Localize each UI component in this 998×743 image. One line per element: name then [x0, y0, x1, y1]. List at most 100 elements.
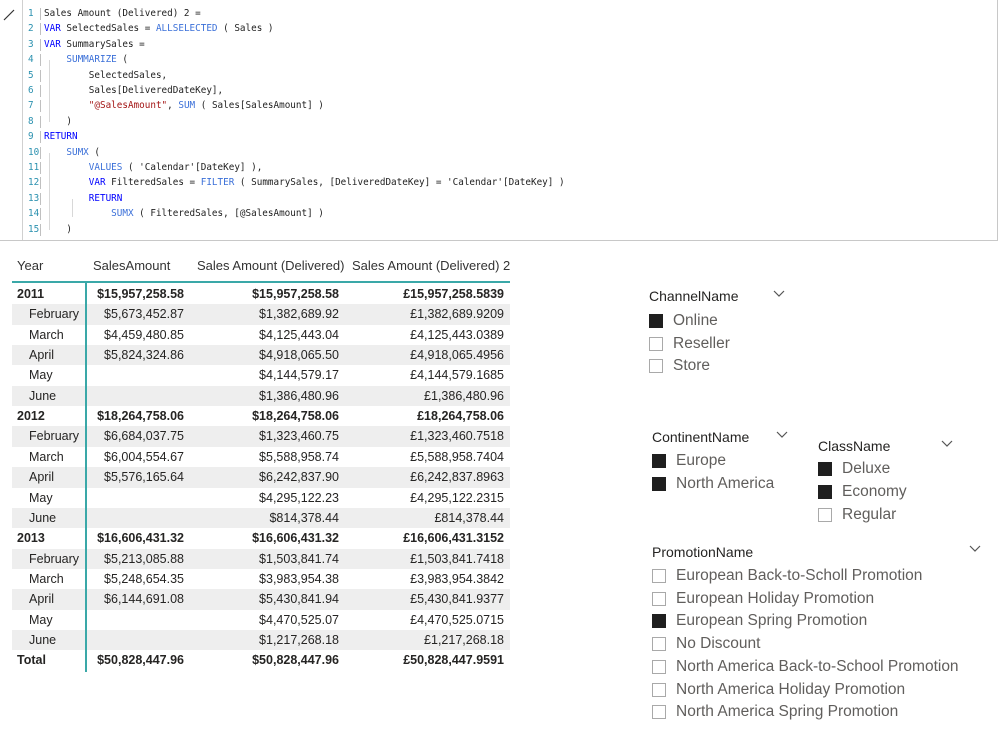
code-text: Sales Amount (Delivered) 2 = — [44, 6, 201, 21]
chevron-down-icon[interactable] — [773, 290, 785, 298]
checkbox-unchecked-icon[interactable] — [652, 705, 666, 720]
column-header-sales-amount-delivered[interactable]: Sales Amount (Delivered) — [197, 258, 344, 273]
code-line[interactable]: 10 SUMX ( — [22, 145, 992, 160]
code-line[interactable]: 9 RETURN — [22, 129, 992, 144]
year-row[interactable]: 2012 $18,264,758.06 $18,264,758.06 £18,264,… — [12, 406, 510, 426]
code-function: FILTER — [200, 177, 235, 189]
year-row[interactable]: 2013 $16,606,431.32 $16,606,431.32 £16,606,… — [12, 528, 510, 548]
checkbox-unchecked-icon[interactable] — [649, 336, 663, 351]
sales-delivered-cell: $16,606,431.32 — [252, 531, 339, 546]
code-function: SUMMARIZE — [66, 54, 117, 66]
code-line[interactable]: 2 VAR SelectedSales = ALLSELECTED ( Sales… — [22, 21, 992, 36]
promotion-slicer-item-label: North America Spring Promotion — [676, 703, 899, 721]
sales-delivered-cell: $4,125,443.04 — [259, 327, 339, 342]
month-row[interactable]: February $5,213,085.88 $1,503,841.74 £1,503… — [12, 548, 510, 569]
month-row[interactable]: February $5,673,452.87 $1,382,689.92 £1,382… — [12, 304, 510, 325]
sales-delivered-2-cell: £1,503,841.7418 — [410, 551, 504, 566]
checkbox-checked-icon[interactable] — [652, 614, 666, 629]
code-line[interactable]: 4 SUMMARIZE ( — [22, 52, 992, 67]
promotion-slicer-item-label: No Discount — [676, 635, 761, 653]
code-line[interactable]: 13 RETURN — [22, 191, 992, 206]
total-row[interactable]: Total $50,828,447.96 $50,828,447.96 £50,828… — [12, 650, 510, 670]
edit-pencil-icon — [3, 9, 15, 21]
code-line[interactable]: 3 VAR SummarySales = — [22, 37, 992, 52]
sales-delivered-cell: $1,382,689.92 — [259, 307, 339, 322]
month-row[interactable]: April $5,824,324.86 $4,918,065.50 £4,918,06… — [12, 345, 510, 366]
chevron-down-icon[interactable] — [969, 545, 981, 553]
channel-slicer-item-label: Store — [673, 357, 711, 375]
chevron-down-icon[interactable] — [941, 440, 953, 448]
month-row[interactable]: February $6,684,037.75 $1,323,460.75 £1,323… — [12, 426, 510, 447]
code-function: SUM — [178, 100, 196, 112]
row-label: March — [29, 449, 64, 464]
year-row[interactable]: 2011 $15,957,258.58 $15,957,258.58 £15,957,… — [12, 284, 510, 304]
month-row[interactable]: March $4,459,480.85 $4,125,443.04 £4,125,44… — [12, 325, 510, 345]
checkbox-checked-icon[interactable] — [818, 485, 832, 499]
month-row[interactable]: March $6,004,554.67 $5,588,958.74 £5,588,95… — [12, 447, 510, 467]
column-header-sales-amount-delivered-2[interactable]: Sales Amount (Delivered) 2 — [352, 258, 510, 273]
continent-slicer-item-label: Europe — [676, 452, 726, 469]
code-line[interactable]: 14 SUMX ( FilteredSales, [@SalesAmount] … — [22, 206, 992, 221]
code-line[interactable]: 15 ) — [22, 222, 992, 237]
checkbox-checked-icon[interactable] — [818, 462, 832, 476]
sales-delivered-cell: $4,295,122.23 — [259, 490, 339, 505]
continent-slicer: ContinentName Europe North America — [652, 427, 792, 507]
code-token: ( — [116, 54, 128, 66]
code-token: ( Sales ) — [217, 23, 274, 35]
month-row[interactable]: May $4,144,579.17 £4,144,579.1685 — [12, 365, 510, 385]
checkbox-unchecked-icon[interactable] — [652, 637, 666, 652]
checkbox-checked-icon[interactable] — [649, 314, 663, 328]
month-row[interactable]: March $5,248,654.35 $3,983,954.38 £3,983,95… — [12, 569, 510, 589]
code-line[interactable]: 8 ) — [22, 114, 992, 129]
code-line[interactable]: 7 "@SalesAmount", SUM ( Sales[SalesAmoun… — [22, 98, 992, 113]
code-token: Sales Amount (Delivered) 2 = — [44, 8, 201, 19]
month-row[interactable]: May $4,470,525.07 £4,470,525.0715 — [12, 610, 510, 630]
line-number-divider — [40, 131, 41, 144]
code-line[interactable]: 1 Sales Amount (Delivered) 2 = — [22, 6, 992, 21]
sales-delivered-2-cell: £1,217,268.18 — [424, 632, 504, 647]
month-row[interactable]: May $4,295,122.23 £4,295,122.2315 — [12, 488, 510, 508]
code-token: ( — [88, 146, 100, 158]
month-row[interactable]: June $1,386,480.96 £1,386,480.96 — [12, 385, 510, 407]
sales-amount-cell: $50,828,447.96 — [97, 653, 184, 668]
sales-delivered-cell: $814,378.44 — [269, 510, 339, 525]
class-slicer-item-label: Deluxe — [842, 460, 891, 477]
row-label: February — [29, 551, 80, 566]
sales-amount-cell: $18,264,758.06 — [97, 409, 184, 424]
checkbox-unchecked-icon[interactable] — [652, 591, 666, 606]
month-row[interactable]: June $814,378.44 £814,378.44 — [12, 507, 510, 529]
checkbox-unchecked-icon[interactable] — [652, 682, 666, 697]
checkbox-unchecked-icon[interactable] — [652, 659, 666, 674]
line-number-divider — [40, 23, 41, 36]
code-token: ( Sales[SalesAmount] ) — [195, 100, 324, 112]
checkbox-checked-icon[interactable] — [652, 477, 666, 491]
promotion-slicer: PromotionName European Back-to-Scholl Pr… — [652, 542, 986, 732]
column-header-year[interactable]: Year — [17, 258, 43, 273]
code-text: SUMX ( — [44, 145, 100, 160]
class-slicer-title: ClassName — [818, 438, 891, 454]
checkbox-unchecked-icon[interactable] — [818, 508, 832, 522]
checkbox-unchecked-icon[interactable] — [649, 359, 663, 374]
month-row[interactable]: April $5,576,165.64 $6,242,837.90 £6,242,83… — [12, 467, 510, 488]
month-row[interactable]: April $6,144,691.08 $5,430,841.94 £5,430,84… — [12, 589, 510, 610]
month-row[interactable]: June $1,217,268.18 £1,217,268.18 — [12, 629, 510, 651]
sales-delivered-cell: $1,386,480.96 — [259, 388, 339, 403]
code-string: "@SalesAmount" — [88, 100, 168, 112]
code-line[interactable]: 6 Sales[DeliveredDateKey], — [22, 83, 992, 98]
sales-delivered-cell: $5,430,841.94 — [259, 592, 339, 607]
dax-formula-editor[interactable]: 1 Sales Amount (Delivered) 2 = 2 VAR Select… — [0, 0, 998, 241]
sales-delivered-cell: $50,828,447.96 — [252, 653, 339, 668]
chevron-down-icon[interactable] — [776, 431, 788, 439]
code-line[interactable]: 11 VALUES ( 'Calendar'[DateKey] ), — [22, 160, 992, 175]
channel-slicer-title: ChannelName — [649, 288, 739, 304]
sales-amount-cell: $5,673,452.87 — [104, 307, 184, 322]
sales-delivered-cell: $5,588,958.74 — [259, 449, 339, 464]
code-line[interactable]: 5 SelectedSales, — [22, 68, 992, 83]
code-function: SUMX — [111, 208, 134, 220]
column-header-sales-amount[interactable]: SalesAmount — [93, 258, 170, 273]
code-line[interactable]: 12 VAR FilteredSales = FILTER ( SummaryS… — [22, 175, 992, 190]
checkbox-unchecked-icon[interactable] — [652, 569, 666, 583]
checkbox-checked-icon[interactable] — [652, 454, 666, 468]
